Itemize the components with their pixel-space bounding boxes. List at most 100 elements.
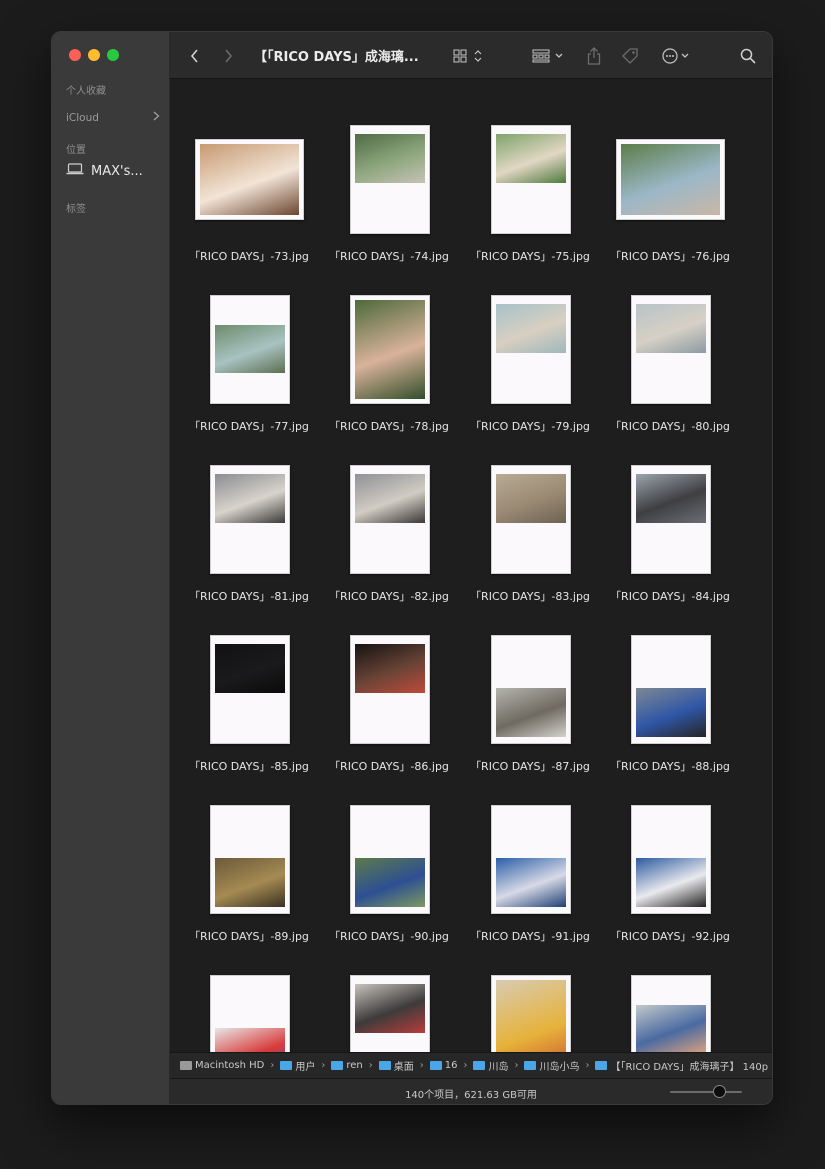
photo-preview bbox=[215, 325, 285, 373]
file-thumbnail[interactable] bbox=[350, 635, 430, 744]
file-item[interactable]: 「RICO DAYS」-82.jpg bbox=[319, 464, 459, 634]
tag-button[interactable] bbox=[619, 32, 641, 79]
sidebar-device-label: MAX's... bbox=[91, 163, 143, 179]
finder-window: 个人收藏 iCloud 位置 MAX's... 标签 【「RICO DAYS」成… bbox=[51, 31, 773, 1105]
file-thumbnail[interactable] bbox=[350, 975, 430, 1052]
file-item[interactable]: 「RICO DAYS」-86.jpg bbox=[319, 634, 459, 804]
path-crumb[interactable]: 川岛小鸟 bbox=[524, 1058, 579, 1073]
file-item[interactable]: 「RICO DAYS」-92.jpg bbox=[600, 804, 740, 974]
file-thumbnail[interactable] bbox=[210, 805, 290, 914]
file-item[interactable]: 「RICO DAYS」-75.jpg bbox=[460, 124, 600, 294]
file-name: 「RICO DAYS」-91.jpg bbox=[470, 930, 590, 943]
path-crumb-label: 16 bbox=[444, 1060, 458, 1071]
forward-button[interactable] bbox=[218, 32, 238, 79]
file-thumbnail[interactable] bbox=[350, 295, 430, 404]
zoom-button[interactable] bbox=[107, 49, 119, 61]
path-crumb[interactable]: Macintosh HD bbox=[180, 1060, 264, 1071]
file-thumbnail[interactable] bbox=[631, 635, 711, 744]
file-thumbnail[interactable] bbox=[350, 805, 430, 914]
file-name: 「RICO DAYS」-80.jpg bbox=[610, 420, 730, 433]
file-item[interactable]: 「RICO DAYS」-89.jpg bbox=[179, 804, 319, 974]
file-item[interactable] bbox=[460, 974, 600, 1052]
path-crumb[interactable]: 川岛 bbox=[473, 1058, 508, 1073]
file-thumbnail[interactable] bbox=[631, 805, 711, 914]
file-thumbnail[interactable] bbox=[491, 805, 571, 914]
tag-icon bbox=[622, 47, 638, 64]
search-button[interactable] bbox=[736, 32, 760, 79]
file-thumbnail[interactable] bbox=[631, 975, 711, 1052]
chevron-right-icon: › bbox=[463, 1060, 468, 1071]
view-mode-button[interactable] bbox=[450, 32, 486, 79]
photo-preview bbox=[496, 474, 566, 523]
file-thumbnail[interactable] bbox=[491, 635, 571, 744]
path-crumb[interactable]: 【「RICO DAYS」成海璃子】 140p bbox=[595, 1058, 768, 1073]
file-thumbnail[interactable] bbox=[491, 125, 571, 234]
photo-preview bbox=[636, 304, 706, 353]
file-item[interactable]: 「RICO DAYS」-76.jpg bbox=[600, 124, 740, 294]
path-crumb[interactable]: ren bbox=[331, 1060, 363, 1071]
file-thumbnail[interactable] bbox=[210, 975, 290, 1052]
file-item[interactable]: 「RICO DAYS」-74.jpg bbox=[319, 124, 459, 294]
file-item[interactable]: 「RICO DAYS」-78.jpg bbox=[319, 294, 459, 464]
file-name: 「RICO DAYS」-83.jpg bbox=[470, 590, 590, 603]
path-crumb-label: 川岛 bbox=[488, 1062, 509, 1073]
file-name: 「RICO DAYS」-88.jpg bbox=[610, 760, 730, 773]
file-thumbnail[interactable] bbox=[350, 125, 430, 234]
file-thumbnail[interactable] bbox=[210, 635, 290, 744]
path-crumb-label: 川岛小鸟 bbox=[539, 1062, 580, 1073]
photo-preview bbox=[496, 688, 566, 737]
file-item[interactable]: 「RICO DAYS」-87.jpg bbox=[460, 634, 600, 804]
close-button[interactable] bbox=[69, 49, 81, 61]
file-item[interactable]: 「RICO DAYS」-73.jpg bbox=[179, 124, 319, 294]
file-item[interactable]: 「RICO DAYS」-77.jpg bbox=[179, 294, 319, 464]
minimize-button[interactable] bbox=[88, 49, 100, 61]
file-item[interactable]: 「RICO DAYS」-90.jpg bbox=[319, 804, 459, 974]
folder-icon bbox=[595, 1061, 608, 1070]
sidebar-item-device[interactable]: MAX's... bbox=[66, 163, 143, 179]
file-name: 「RICO DAYS」-75.jpg bbox=[470, 250, 590, 263]
file-thumbnail[interactable] bbox=[616, 139, 725, 220]
path-crumb[interactable]: 16 bbox=[429, 1060, 458, 1071]
path-crumb[interactable]: 用户 bbox=[280, 1058, 315, 1073]
file-thumbnail[interactable] bbox=[210, 465, 290, 574]
more-actions-button[interactable] bbox=[660, 32, 694, 79]
file-item[interactable]: 「RICO DAYS」-83.jpg bbox=[460, 464, 600, 634]
share-button[interactable] bbox=[584, 32, 604, 79]
file-thumbnail[interactable] bbox=[195, 139, 304, 220]
file-item[interactable]: 「RICO DAYS」-85.jpg bbox=[179, 634, 319, 804]
file-thumbnail[interactable] bbox=[631, 465, 711, 574]
folder-icon bbox=[473, 1061, 486, 1070]
file-item[interactable] bbox=[179, 974, 319, 1052]
back-button[interactable] bbox=[184, 32, 204, 79]
photo-preview bbox=[496, 134, 566, 183]
file-thumbnail[interactable] bbox=[491, 295, 571, 404]
file-name: 「RICO DAYS」-81.jpg bbox=[189, 590, 309, 603]
photo-preview bbox=[636, 1005, 706, 1052]
file-item[interactable]: 「RICO DAYS」-81.jpg bbox=[179, 464, 319, 634]
file-thumbnail[interactable] bbox=[350, 465, 430, 574]
photo-preview bbox=[355, 644, 425, 693]
file-thumbnail[interactable] bbox=[491, 975, 571, 1052]
file-thumbnail[interactable] bbox=[210, 295, 290, 404]
file-name: 「RICO DAYS」-79.jpg bbox=[470, 420, 590, 433]
chevron-right-icon: › bbox=[368, 1060, 373, 1071]
file-thumbnail[interactable] bbox=[491, 465, 571, 574]
photo-preview bbox=[496, 858, 566, 907]
file-item[interactable]: 「RICO DAYS」-80.jpg bbox=[600, 294, 740, 464]
file-item[interactable]: 「RICO DAYS」-79.jpg bbox=[460, 294, 600, 464]
file-item[interactable]: 「RICO DAYS」-84.jpg bbox=[600, 464, 740, 634]
photo-preview bbox=[496, 304, 566, 353]
sidebar-favorites-header: 个人收藏 bbox=[66, 86, 106, 97]
file-item[interactable]: 「RICO DAYS」-88.jpg bbox=[600, 634, 740, 804]
group-button[interactable] bbox=[530, 32, 568, 79]
chevron-right-icon[interactable] bbox=[153, 111, 160, 124]
file-item[interactable] bbox=[600, 974, 740, 1052]
file-item[interactable]: 「RICO DAYS」-91.jpg bbox=[460, 804, 600, 974]
file-item[interactable] bbox=[319, 974, 459, 1052]
sidebar-icloud-header[interactable]: iCloud bbox=[66, 111, 160, 124]
path-crumb[interactable]: 桌面 bbox=[378, 1058, 414, 1073]
file-thumbnail[interactable] bbox=[631, 295, 711, 404]
folder-icon bbox=[331, 1061, 344, 1070]
icon-size-slider[interactable] bbox=[670, 1091, 742, 1093]
chevron-right-icon: › bbox=[270, 1060, 275, 1071]
